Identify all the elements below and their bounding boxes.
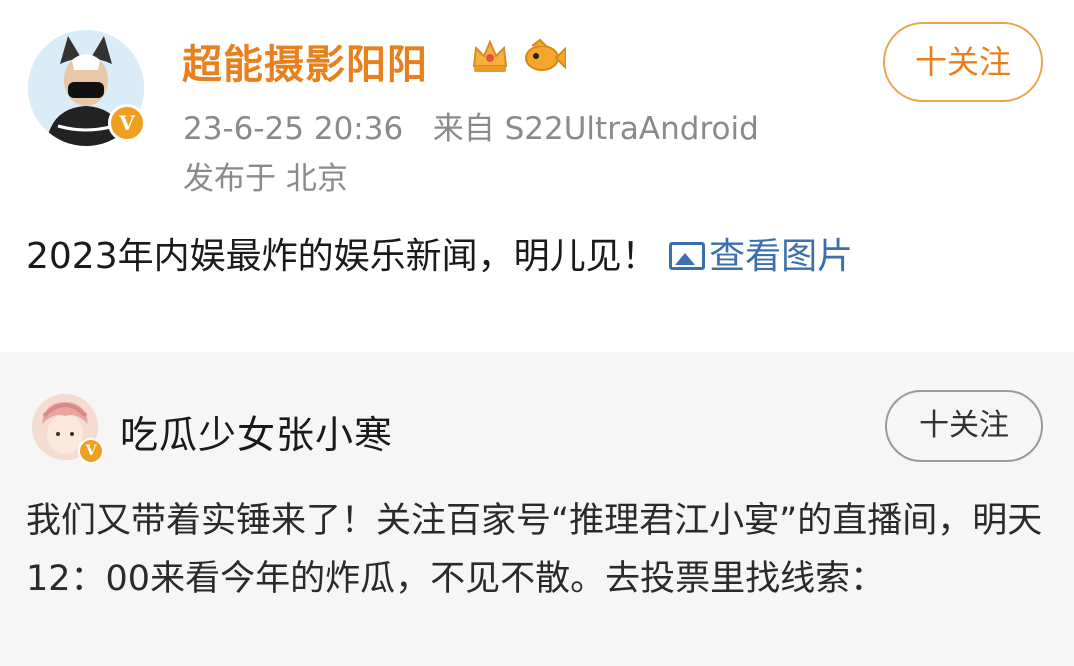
- view-image-label: 查看图片: [709, 236, 854, 277]
- post-text: 2023年内娱最炸的娱乐新闻，明儿见！: [26, 236, 658, 277]
- post-location: 发布于 北京: [183, 161, 348, 197]
- source-prefix: 来自: [432, 111, 495, 147]
- repost-author-avatar[interactable]: V: [32, 394, 104, 464]
- repost-follow-button[interactable]: 十关注: [885, 390, 1043, 462]
- repost-author-name[interactable]: 吃瓜少女张小寒: [120, 404, 393, 459]
- post-meta: 23-6-25 20:36 来自 S22UltraAndroid: [183, 103, 759, 148]
- follow-button[interactable]: 十关注: [883, 22, 1043, 102]
- crown-icon: [472, 39, 508, 72]
- post-time: 23-6-25 20:36: [183, 111, 404, 147]
- weibo-post: V 超能摄影阳阳 23-6-25 20:36 来自 S22UltraAndroi…: [0, 0, 1074, 352]
- post-source: S22UltraAndroid: [504, 111, 759, 147]
- author-name[interactable]: 超能摄影阳阳: [182, 32, 428, 90]
- fish-icon: [525, 38, 566, 71]
- view-image-link[interactable]: 查看图片: [669, 236, 853, 277]
- repost-card[interactable]: V 吃瓜少女张小寒 十关注 我们又带着实锤来了！关注百家号“推理君江小宴”的直播…: [0, 352, 1074, 666]
- author-avatar[interactable]: V: [28, 8, 148, 146]
- picture-icon: [669, 242, 706, 270]
- repost-content: 我们又带着实锤来了！关注百家号“推理君江小宴”的直播间，明天12：00来看今年的…: [26, 501, 1043, 599]
- verified-badge-icon: V: [108, 104, 146, 142]
- post-content: 2023年内娱最炸的娱乐新闻，明儿见！ 查看图片: [26, 228, 1046, 286]
- verified-badge-icon: V: [78, 438, 104, 464]
